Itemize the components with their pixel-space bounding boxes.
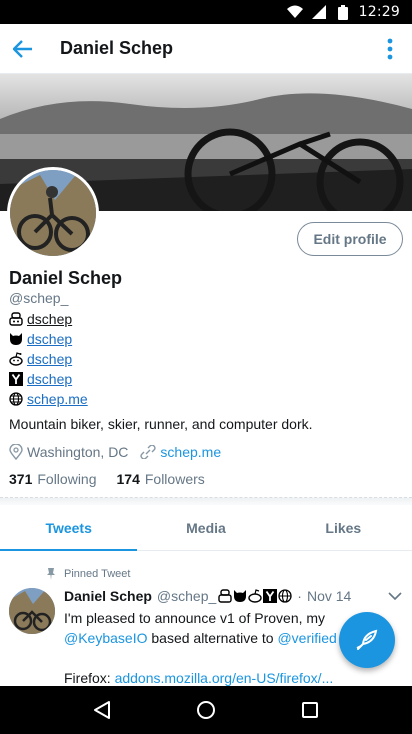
following-count: 371 [9, 471, 33, 487]
hackernews-icon [263, 589, 278, 603]
separator-dot: · [297, 588, 302, 604]
tweet-addon-link[interactable]: addons.mozilla.org/en-US/firefox/... [115, 670, 334, 686]
pin-icon [47, 568, 55, 580]
profile-stats: 371 Following 174 Followers [9, 471, 205, 487]
nav-recents-icon [302, 702, 318, 718]
avatar[interactable] [7, 167, 99, 259]
tweet-line-4: Firefox: addons.mozilla.org/en-US/firefo… [64, 668, 354, 686]
app-bar: Daniel Schep [0, 24, 412, 74]
reddit-icon [248, 589, 262, 603]
location-pin-icon [9, 444, 23, 460]
battery-icon [335, 4, 351, 20]
mention-keybaseio[interactable]: @KeybaseIO [64, 630, 147, 646]
github-icon [234, 590, 247, 602]
profile-links: dschep dschep dschep dschep schep.me [9, 309, 88, 409]
tweet-menu-button[interactable] [388, 588, 402, 604]
profile-handle: @schep_ [9, 290, 69, 306]
pinned-indicator: Pinned Tweet [46, 568, 130, 580]
link-github-label: dschep [27, 331, 73, 347]
following-label: Following [37, 471, 97, 487]
link-website-label: schep.me [27, 391, 88, 407]
tweet-line-4-prefix: Firefox: [64, 670, 115, 686]
followers-count: 174 [116, 471, 140, 487]
profile-website-link[interactable]: schep.me [160, 444, 221, 460]
hackernews-icon [9, 372, 23, 386]
link-reddit-label: dschep [27, 351, 73, 367]
mention-verified[interactable]: @verified [277, 630, 336, 646]
chevron-down-icon [388, 592, 402, 601]
link-hackernews[interactable]: dschep [9, 369, 88, 389]
profile-bio: Mountain biker, skier, runner, and compu… [9, 416, 313, 432]
link-hackernews-label: dschep [27, 371, 73, 387]
compose-tweet-button[interactable] [339, 612, 395, 668]
github-icon [9, 332, 23, 346]
followers-label: Followers [144, 471, 205, 487]
link-keybase-label: dschep [27, 311, 73, 327]
nav-home-icon [197, 701, 215, 719]
tab-likes[interactable]: Likes [275, 505, 412, 550]
nav-back-button[interactable] [78, 686, 126, 734]
reddit-icon [9, 352, 23, 366]
page-title: Daniel Schep [60, 38, 174, 58]
tab-media[interactable]: Media [137, 505, 274, 550]
arrow-left-icon [13, 39, 32, 58]
compose-quill-icon [356, 629, 378, 650]
wifi-icon [286, 5, 303, 19]
keybase-icon [218, 589, 232, 603]
link-keybase[interactable]: dschep [9, 309, 88, 329]
handle-emojis [218, 589, 292, 603]
link-github[interactable]: dschep [9, 329, 88, 349]
tab-tweets[interactable]: Tweets [0, 505, 138, 551]
nav-home-button[interactable] [182, 686, 230, 734]
overflow-menu-button[interactable] [368, 24, 412, 74]
more-vertical-icon [387, 38, 393, 59]
profile-location: Washington, DC [27, 444, 129, 460]
keybase-icon [9, 312, 23, 326]
profile-name: Daniel Schep [9, 268, 123, 288]
globe-icon [278, 589, 292, 603]
system-nav-bar [0, 686, 412, 734]
globe-icon [9, 392, 23, 406]
tweet-line-1: I'm pleased to announce v1 of Proven, my [64, 610, 326, 626]
status-bar: 12:29 [0, 0, 412, 24]
tweet-avatar[interactable] [9, 588, 55, 634]
nav-recents-button[interactable] [286, 686, 334, 734]
pinned-label: Pinned Tweet [64, 568, 131, 580]
profile-meta: Washington, DC schep.me [9, 444, 221, 460]
following-stat[interactable]: 371 Following [9, 471, 97, 487]
tweet-line-2-text: based alternative to [147, 630, 278, 646]
followers-stat[interactable]: 174 Followers [117, 471, 205, 487]
tweet-author-handle: @schep_ [156, 588, 217, 604]
nav-back-icon [94, 701, 110, 719]
section-divider [0, 497, 412, 505]
edit-profile-button[interactable]: Edit profile [297, 222, 403, 256]
tweet-header: Daniel Schep @schep_ · Nov 14 [64, 586, 402, 606]
tweet-text: I'm pleased to announce v1 of Proven, my… [64, 608, 354, 686]
back-button[interactable] [0, 24, 46, 74]
avatar-image [10, 170, 96, 256]
tweet-author-name: Daniel Schep [64, 588, 152, 604]
tweet-avatar-image [9, 588, 55, 634]
link-reddit[interactable]: dschep [9, 349, 88, 369]
signal-icon [311, 5, 327, 19]
profile-tabs: Tweets Media Likes [0, 505, 412, 551]
clock: 12:29 [358, 4, 400, 20]
tweet-line-2: @KeybaseIO based alternative to @verifie… [64, 628, 354, 648]
tweet-date: Nov 14 [306, 588, 352, 604]
link-chain-icon [140, 445, 157, 459]
link-website[interactable]: schep.me [9, 389, 88, 409]
